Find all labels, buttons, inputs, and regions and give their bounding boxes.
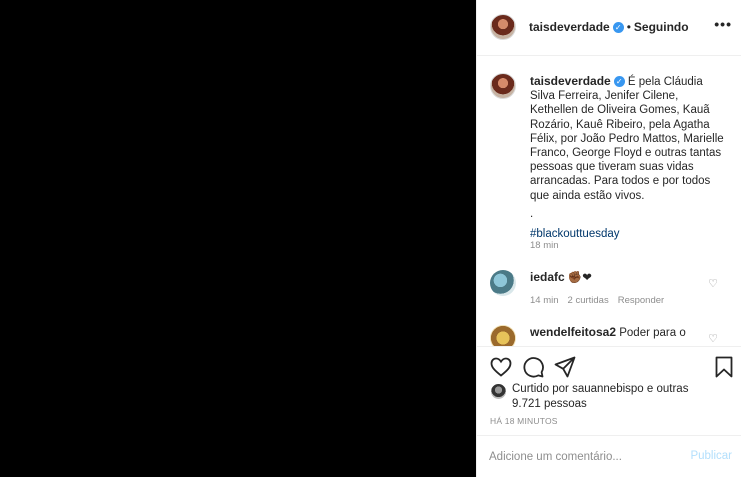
author-username[interactable]: taisdeverdade bbox=[529, 20, 610, 34]
comment-text-block: wendelfeitosa2 Poder para o bbox=[530, 325, 710, 340]
post-actions: Curtido por sauannebispo e outras 9.721 … bbox=[477, 346, 741, 477]
add-comment-area: Publicar bbox=[477, 435, 741, 478]
comments-scroll-area[interactable]: taisdeverdade ✓ É pela Cláudia Silva Ferr… bbox=[477, 56, 741, 346]
comment-input[interactable] bbox=[489, 448, 669, 466]
header-text: taisdeverdade ✓ • Seguindo bbox=[529, 20, 689, 34]
verified-badge-icon: ✓ bbox=[612, 22, 624, 34]
commenter-avatar[interactable] bbox=[490, 325, 516, 346]
comment-text: Poder para o bbox=[619, 327, 686, 339]
comment-text: ✊🏾❤ bbox=[567, 272, 592, 284]
like-comment-heart-icon[interactable]: ♡ bbox=[708, 332, 718, 345]
liker-avatar[interactable] bbox=[491, 384, 506, 399]
comment-time: 14 min bbox=[530, 295, 559, 306]
post-image-black[interactable] bbox=[0, 0, 476, 477]
commenter-username[interactable]: wendelfeitosa2 bbox=[530, 325, 616, 339]
more-options-icon[interactable]: ••• bbox=[714, 16, 732, 32]
publish-button[interactable]: Publicar bbox=[690, 450, 732, 462]
bookmark-icon[interactable] bbox=[712, 355, 736, 379]
commenter-avatar[interactable] bbox=[490, 270, 516, 296]
reply-button[interactable]: Responder bbox=[618, 295, 664, 306]
caption-username[interactable]: taisdeverdade bbox=[530, 74, 611, 88]
post-side-panel: taisdeverdade ✓ • Seguindo ••• taisdeverdad… bbox=[476, 0, 741, 477]
instagram-post-view: taisdeverdade ✓ • Seguindo ••• taisdeverdad… bbox=[0, 0, 741, 477]
caption-author-avatar[interactable] bbox=[490, 73, 516, 99]
separator-dot: • bbox=[626, 20, 631, 34]
caption-time: 18 min bbox=[530, 240, 559, 251]
likes-text[interactable]: Curtido por sauannebispo e outras 9.721 … bbox=[512, 382, 712, 411]
hashtag-link[interactable]: #blackouttuesday bbox=[530, 227, 728, 241]
share-icon[interactable] bbox=[553, 355, 577, 379]
caption-dot: . bbox=[530, 207, 534, 220]
comment-icon[interactable] bbox=[521, 355, 545, 379]
author-avatar[interactable] bbox=[490, 14, 516, 40]
posted-time: HÁ 18 MINUTOS bbox=[490, 416, 558, 426]
caption-body: taisdeverdade ✓ É pela Cláudia Silva Ferr… bbox=[530, 74, 728, 241]
heart-icon[interactable] bbox=[489, 355, 513, 379]
comment-meta: 14 min 2 curtidas Responder bbox=[530, 295, 673, 306]
like-comment-heart-icon[interactable]: ♡ bbox=[708, 277, 718, 290]
comment-likes[interactable]: 2 curtidas bbox=[568, 295, 609, 306]
comment-text-block: iedafc ✊🏾❤ bbox=[530, 270, 710, 285]
verified-badge-icon: ✓ bbox=[613, 76, 625, 88]
commenter-username[interactable]: iedafc bbox=[530, 270, 565, 284]
caption-text: É pela Cláudia Silva Ferreira, Jenifer C… bbox=[530, 76, 724, 202]
following-button[interactable]: Seguindo bbox=[634, 20, 689, 34]
post-header: taisdeverdade ✓ • Seguindo ••• bbox=[477, 0, 741, 56]
